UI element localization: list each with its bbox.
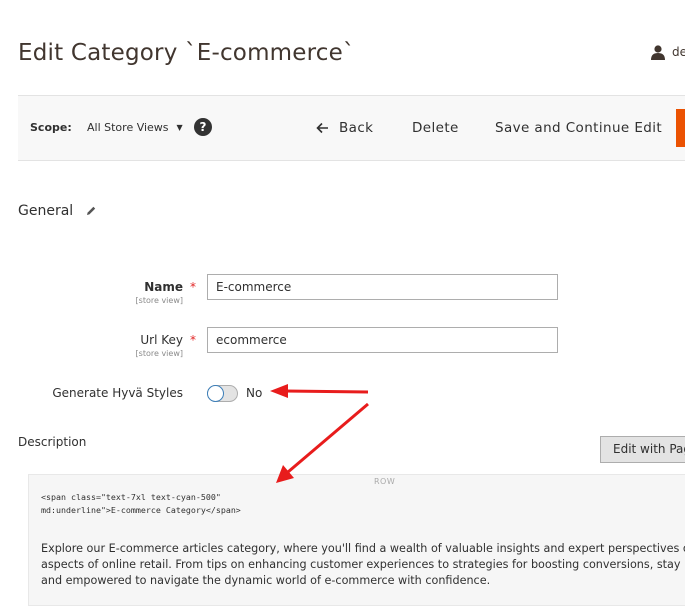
required-marker: * <box>190 280 196 294</box>
delete-button[interactable]: Delete <box>412 120 459 136</box>
html-code-block: <span class="text-7xl text-cyan-500" md:u… <box>41 492 241 515</box>
save-and-continue-button[interactable]: Save and Continue Edit <box>495 120 662 136</box>
name-label: Name <box>144 280 183 294</box>
arrowhead-icon <box>270 384 288 398</box>
page-builder-row[interactable]: ROW <span class="text-7xl text-cyan-500"… <box>28 474 685 606</box>
generate-hyva-label: Generate Hyvä Styles <box>52 386 183 400</box>
help-icon[interactable]: ? <box>194 118 212 136</box>
back-button[interactable]: Back <box>316 120 373 136</box>
url-key-label: Url Key <box>140 333 183 347</box>
generate-hyva-toggle[interactable] <box>207 385 238 402</box>
scope-value: All Store Views <box>87 121 169 134</box>
row-tag: ROW <box>374 477 396 486</box>
generate-hyva-state: No <box>246 386 263 400</box>
toggle-knob <box>207 385 224 402</box>
page-actions-toolbar: Scope: All Store Views ▼ ? Back Delete S… <box>18 95 685 161</box>
scope-label: Scope: <box>30 121 72 134</box>
description-text: Explore our E-commerce articles category… <box>41 542 685 587</box>
url-key-input[interactable]: ecommerce <box>207 327 558 353</box>
caret-down-icon: ▼ <box>176 123 183 132</box>
name-input[interactable]: E-commerce <box>207 274 558 300</box>
save-button[interactable] <box>676 109 685 147</box>
pencil-icon <box>87 206 96 215</box>
description-label: Description <box>18 435 87 449</box>
url-key-scope-note: [store view] <box>135 349 183 358</box>
scope-switcher[interactable]: All Store Views ▼ <box>87 121 183 134</box>
user-menu[interactable]: de <box>650 44 685 60</box>
user-name: de <box>672 45 685 59</box>
arrow-left-icon <box>316 122 328 134</box>
edit-with-page-builder-button[interactable]: Edit with Page Builder <box>600 436 685 463</box>
required-marker: * <box>190 333 196 347</box>
section-general[interactable]: General <box>18 203 97 219</box>
section-title: General <box>18 203 74 219</box>
back-label: Back <box>339 120 374 136</box>
user-icon <box>651 45 665 60</box>
name-scope-note: [store view] <box>135 296 183 305</box>
page-title: Edit Category `E-commerce` <box>18 40 355 66</box>
arrow-to-toggle <box>284 389 369 394</box>
arrow-to-code <box>287 402 369 474</box>
